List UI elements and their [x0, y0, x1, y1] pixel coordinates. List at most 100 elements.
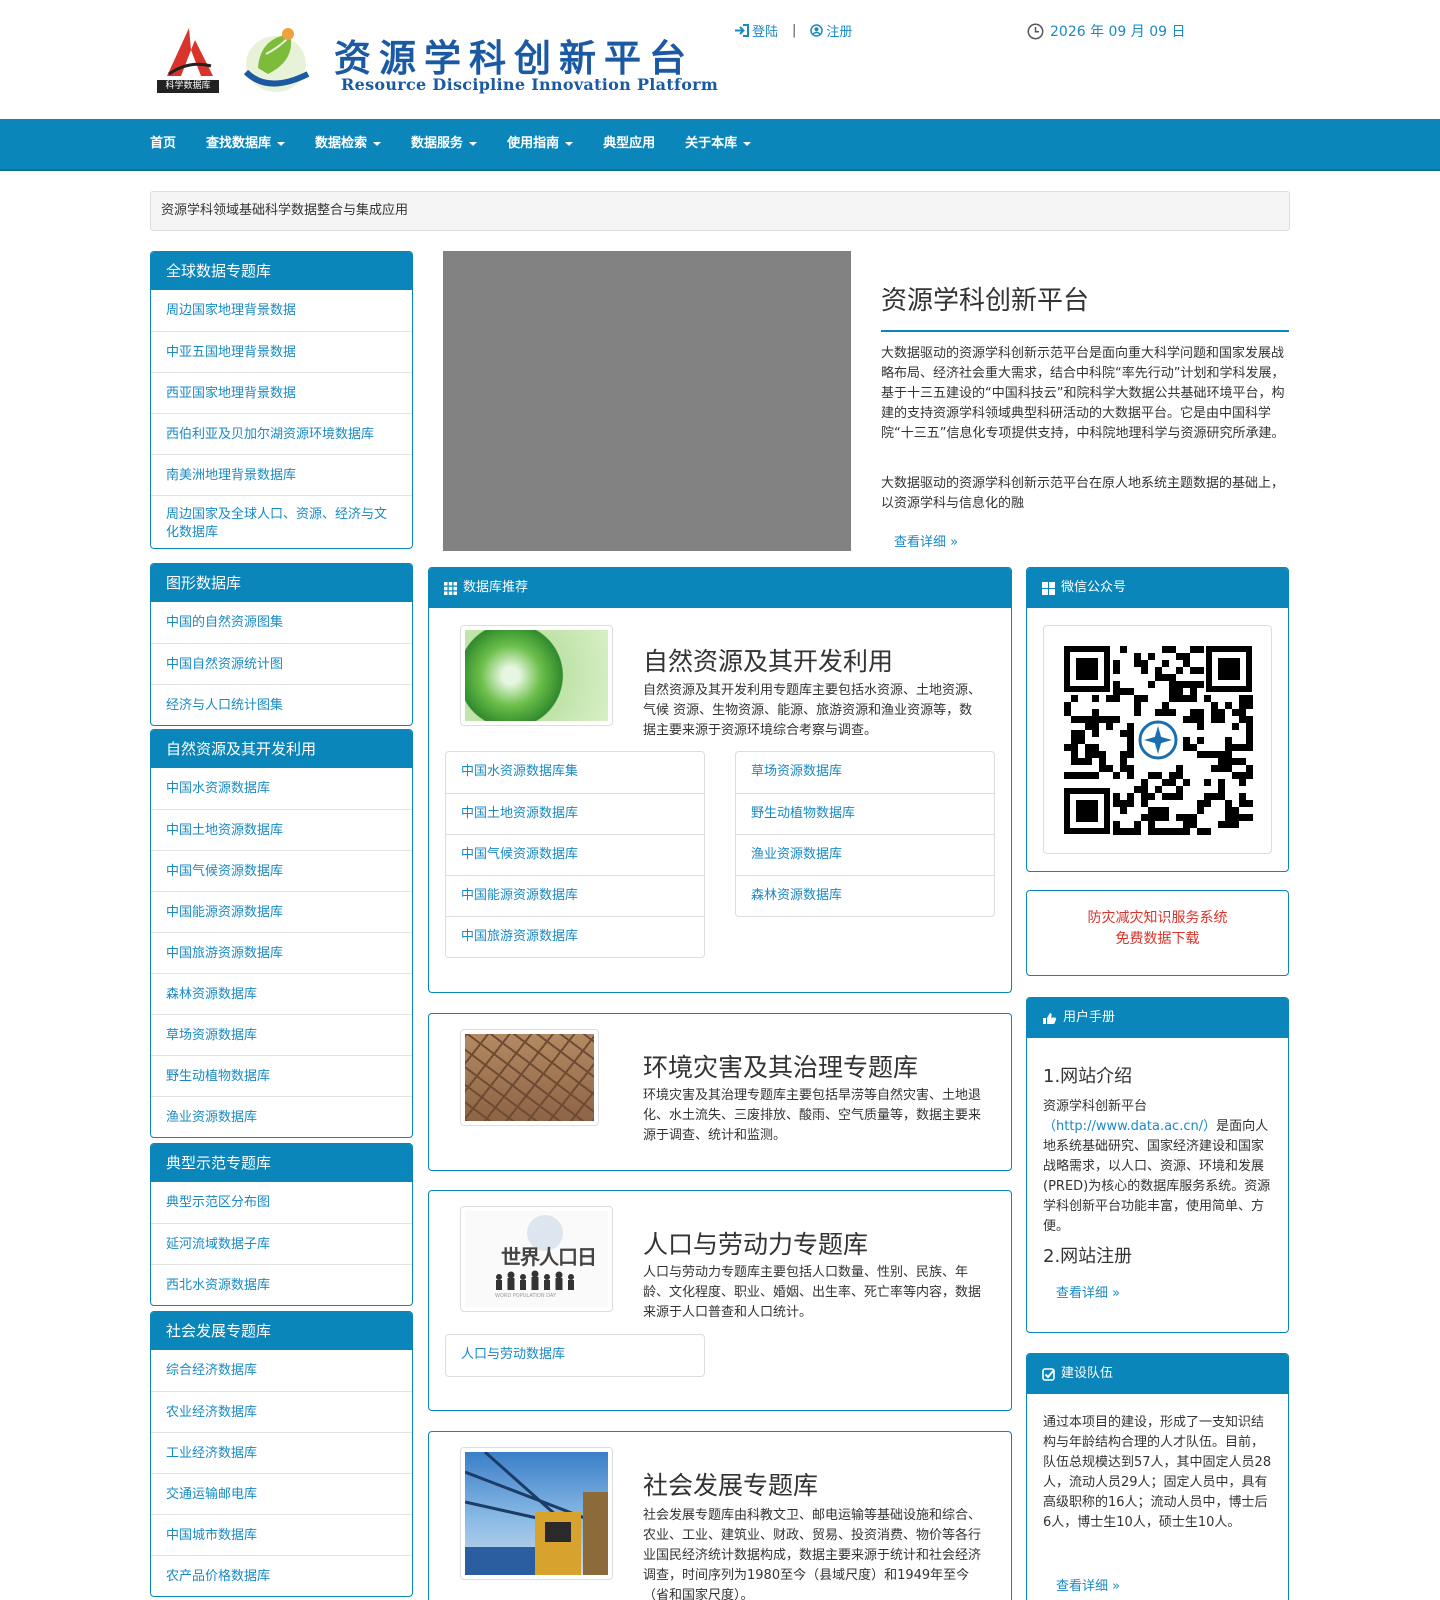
user-circle-icon	[810, 24, 824, 37]
topic2-thumbnail[interactable]	[460, 1029, 599, 1126]
recommend-panel: 数据库推荐 自然资源及其开发利用 自然资源及其开发利用专题库主要包括水资源、土地…	[428, 567, 1012, 993]
list-item[interactable]: 森林资源数据库	[736, 875, 994, 916]
sidebar-item-social-4[interactable]: 中国城市数据库	[151, 1514, 412, 1555]
port-crane-image	[464, 1450, 608, 1575]
sidebar-item-social-0[interactable]: 综合经济数据库	[151, 1350, 412, 1391]
sidebar-item-social-1[interactable]: 农业经济数据库	[151, 1391, 412, 1432]
sidebar-graphic-panel: 图形数据库 中国的自然资源图集 中国自然资源统计图 经济与人口统计图集	[150, 563, 413, 726]
clock-icon	[1027, 23, 1044, 39]
sidebar-item-demo-2[interactable]: 西北水资源数据库	[151, 1264, 412, 1305]
login-icon	[735, 24, 749, 37]
sidebar-item-social-5[interactable]: 农产品价格数据库	[151, 1555, 412, 1596]
sidebar-item-global-2[interactable]: 西亚国家地理背景数据	[151, 372, 412, 413]
nav-item-label: 数据检索	[315, 136, 368, 151]
sidebar-natural-title: 自然资源及其开发利用	[151, 730, 412, 768]
sidebar-item-natural-5[interactable]: 森林资源数据库	[151, 973, 412, 1014]
team-more-link[interactable]: 查看详细 »	[1056, 1575, 1120, 1594]
manual-site-link[interactable]: （http://www.data.ac.cn/）	[1043, 1119, 1216, 1134]
topic4-description: 社会发展专题库由科教文卫、邮电运输等基础设施和综合、农业、工业、建筑业、财政、贸…	[643, 1508, 982, 1600]
nav-item-label: 首页	[150, 136, 177, 151]
nav-item-label: 典型应用	[603, 136, 656, 151]
list-item[interactable]: 人口与劳动数据库	[446, 1335, 704, 1376]
list-item[interactable]: 野生动植物数据库	[736, 793, 994, 834]
sidebar-graphic-title: 图形数据库	[151, 564, 412, 602]
sidebar-item-graphic-1[interactable]: 中国自然资源统计图	[151, 643, 412, 684]
team-panel: 建设队伍 通过本项目的建设，形成了一支知识结构与年龄结构合理的人才队伍。目前，队…	[1026, 1353, 1289, 1600]
manual-more-link[interactable]: 查看详细 »	[1056, 1282, 1120, 1301]
sidebar-item-natural-8[interactable]: 渔业资源数据库	[151, 1096, 412, 1137]
site-title: 资源学科创新平台	[334, 36, 694, 80]
list-item[interactable]: 中国旅游资源数据库	[446, 916, 704, 957]
sidebar-item-global-0[interactable]: 周边国家地理背景数据	[151, 290, 412, 331]
nav-item-6[interactable]: 关于本库	[685, 119, 752, 169]
hand-pointer-icon	[1043, 1012, 1057, 1024]
login-link[interactable]: 登陆	[734, 21, 778, 40]
manual-intro-text: 资源学科创新平台 （http://www.data.ac.cn/）是面向人地系统…	[1043, 1097, 1273, 1237]
wechat-qr-code	[1043, 625, 1272, 854]
hero-more-link[interactable]: 查看详细 »	[894, 531, 958, 550]
caret-down-icon	[565, 141, 574, 146]
nav-item-label: 关于本库	[685, 136, 738, 151]
topic3-title: 人口与劳动力专题库	[643, 1230, 869, 1259]
recommend-title: 数据库推荐	[463, 580, 529, 595]
nav-item-0[interactable]: 首页	[150, 119, 176, 169]
nav-item-3[interactable]: 数据服务	[411, 119, 478, 169]
manual-heading-2: 2.网站注册	[1043, 1246, 1133, 1267]
sidebar-item-graphic-2[interactable]: 经济与人口统计图集	[151, 684, 412, 725]
cas-logo[interactable]: 科学数据库	[157, 26, 219, 94]
topic4-title: 社会发展专题库	[643, 1471, 819, 1500]
list-item[interactable]: 中国能源资源数据库	[446, 875, 704, 916]
topic2-panel: 环境灾害及其治理专题库 环境灾害及其治理专题库主要包括旱涝等自然灾害、土地退化、…	[428, 1013, 1012, 1171]
topic3-thumbnail[interactable]: 世界人口日 WORD POPULATION DAY	[460, 1206, 613, 1312]
sidebar-item-global-3[interactable]: 西伯利亚及贝加尔湖资源环境数据库	[151, 413, 412, 454]
list-item[interactable]: 中国气候资源数据库	[446, 834, 704, 875]
sidebar-item-graphic-0[interactable]: 中国的自然资源图集	[151, 602, 412, 643]
list-item[interactable]: 渔业资源数据库	[736, 834, 994, 875]
sidebar-item-natural-6[interactable]: 草场资源数据库	[151, 1014, 412, 1055]
nav-item-1[interactable]: 查找数据库	[206, 119, 286, 169]
topic1-thumbnail[interactable]	[460, 625, 613, 726]
sidebar-item-demo-0[interactable]: 典型示范区分布图	[151, 1182, 412, 1223]
manual-panel: 用户手册 1.网站介绍 资源学科创新平台 （http://www.data.ac…	[1026, 997, 1289, 1333]
list-item[interactable]: 草场资源数据库	[736, 752, 994, 793]
platform-logo[interactable]	[238, 24, 314, 98]
nav-item-4[interactable]: 使用指南	[507, 119, 574, 169]
sidebar-item-natural-2[interactable]: 中国气候资源数据库	[151, 850, 412, 891]
sidebar-item-natural-0[interactable]: 中国水资源数据库	[151, 768, 412, 809]
wechat-title: 微信公众号	[1061, 580, 1127, 595]
topic2-description: 环境灾害及其治理专题库主要包括旱涝等自然灾害、土地退化、水土流失、三废排放、酸雨…	[643, 1088, 982, 1143]
sidebar-item-global-1[interactable]: 中亚五国地理背景数据	[151, 331, 412, 372]
register-link[interactable]: 注册	[810, 21, 852, 40]
hero-carousel-image[interactable]	[443, 251, 851, 551]
disaster-service-link[interactable]: 防灾减灾知识服务系统 免费数据下载	[1026, 890, 1289, 976]
list-item[interactable]: 中国土地资源数据库	[446, 793, 704, 834]
sidebar-item-natural-7[interactable]: 野生动植物数据库	[151, 1055, 412, 1096]
topic1-list-right: 草场资源数据库 野生动植物数据库 渔业资源数据库 森林资源数据库	[735, 751, 995, 917]
manual-heading-1: 1.网站介绍	[1043, 1066, 1133, 1087]
topic4-thumbnail[interactable]	[460, 1447, 613, 1580]
sidebar-item-natural-1[interactable]: 中国土地资源数据库	[151, 809, 412, 850]
sidebar-item-global-5[interactable]: 周边国家及全球人口、资源、经济与文化数据库	[151, 495, 412, 548]
nav-item-2[interactable]: 数据检索	[315, 119, 382, 169]
caret-down-icon	[373, 141, 382, 146]
population-day-text: 世界人口日	[501, 1245, 597, 1269]
nav-item-5[interactable]: 典型应用	[603, 119, 655, 169]
sidebar-item-social-2[interactable]: 工业经济数据库	[151, 1432, 412, 1473]
hero-divider	[881, 330, 1289, 332]
wechat-header: 微信公众号	[1027, 568, 1288, 608]
sidebar-item-natural-3[interactable]: 中国能源资源数据库	[151, 891, 412, 932]
sidebar-item-social-3[interactable]: 交通运输邮电库	[151, 1473, 412, 1514]
nav-item-label: 查找数据库	[206, 136, 272, 151]
population-day-subtext: WORD POPULATION DAY	[495, 1293, 556, 1299]
sidebar-item-global-4[interactable]: 南美洲地理背景数据库	[151, 454, 412, 495]
sidebar-item-demo-1[interactable]: 延河流域数据子库	[151, 1223, 412, 1264]
topic4-panel: 社会发展专题库 社会发展专题库由科教文卫、邮电运输等基础设施和综合、农业、工业、…	[428, 1431, 1012, 1600]
nav-item-label: 数据服务	[411, 136, 464, 151]
sidebar-global-title: 全球数据专题库	[151, 252, 412, 290]
team-title: 建设队伍	[1061, 1366, 1114, 1381]
auth-links: 登陆 | 注册	[734, 21, 852, 40]
list-item[interactable]: 中国水资源数据库集	[446, 752, 704, 793]
sidebar-item-natural-4[interactable]: 中国旅游资源数据库	[151, 932, 412, 973]
topic3-panel: 世界人口日 WORD POPULATION DAY 人口与劳动力专题库 人口与劳…	[428, 1190, 1012, 1411]
sidebar-demo-panel: 典型示范专题库 典型示范区分布图 延河流域数据子库 西北水资源数据库	[150, 1143, 413, 1306]
